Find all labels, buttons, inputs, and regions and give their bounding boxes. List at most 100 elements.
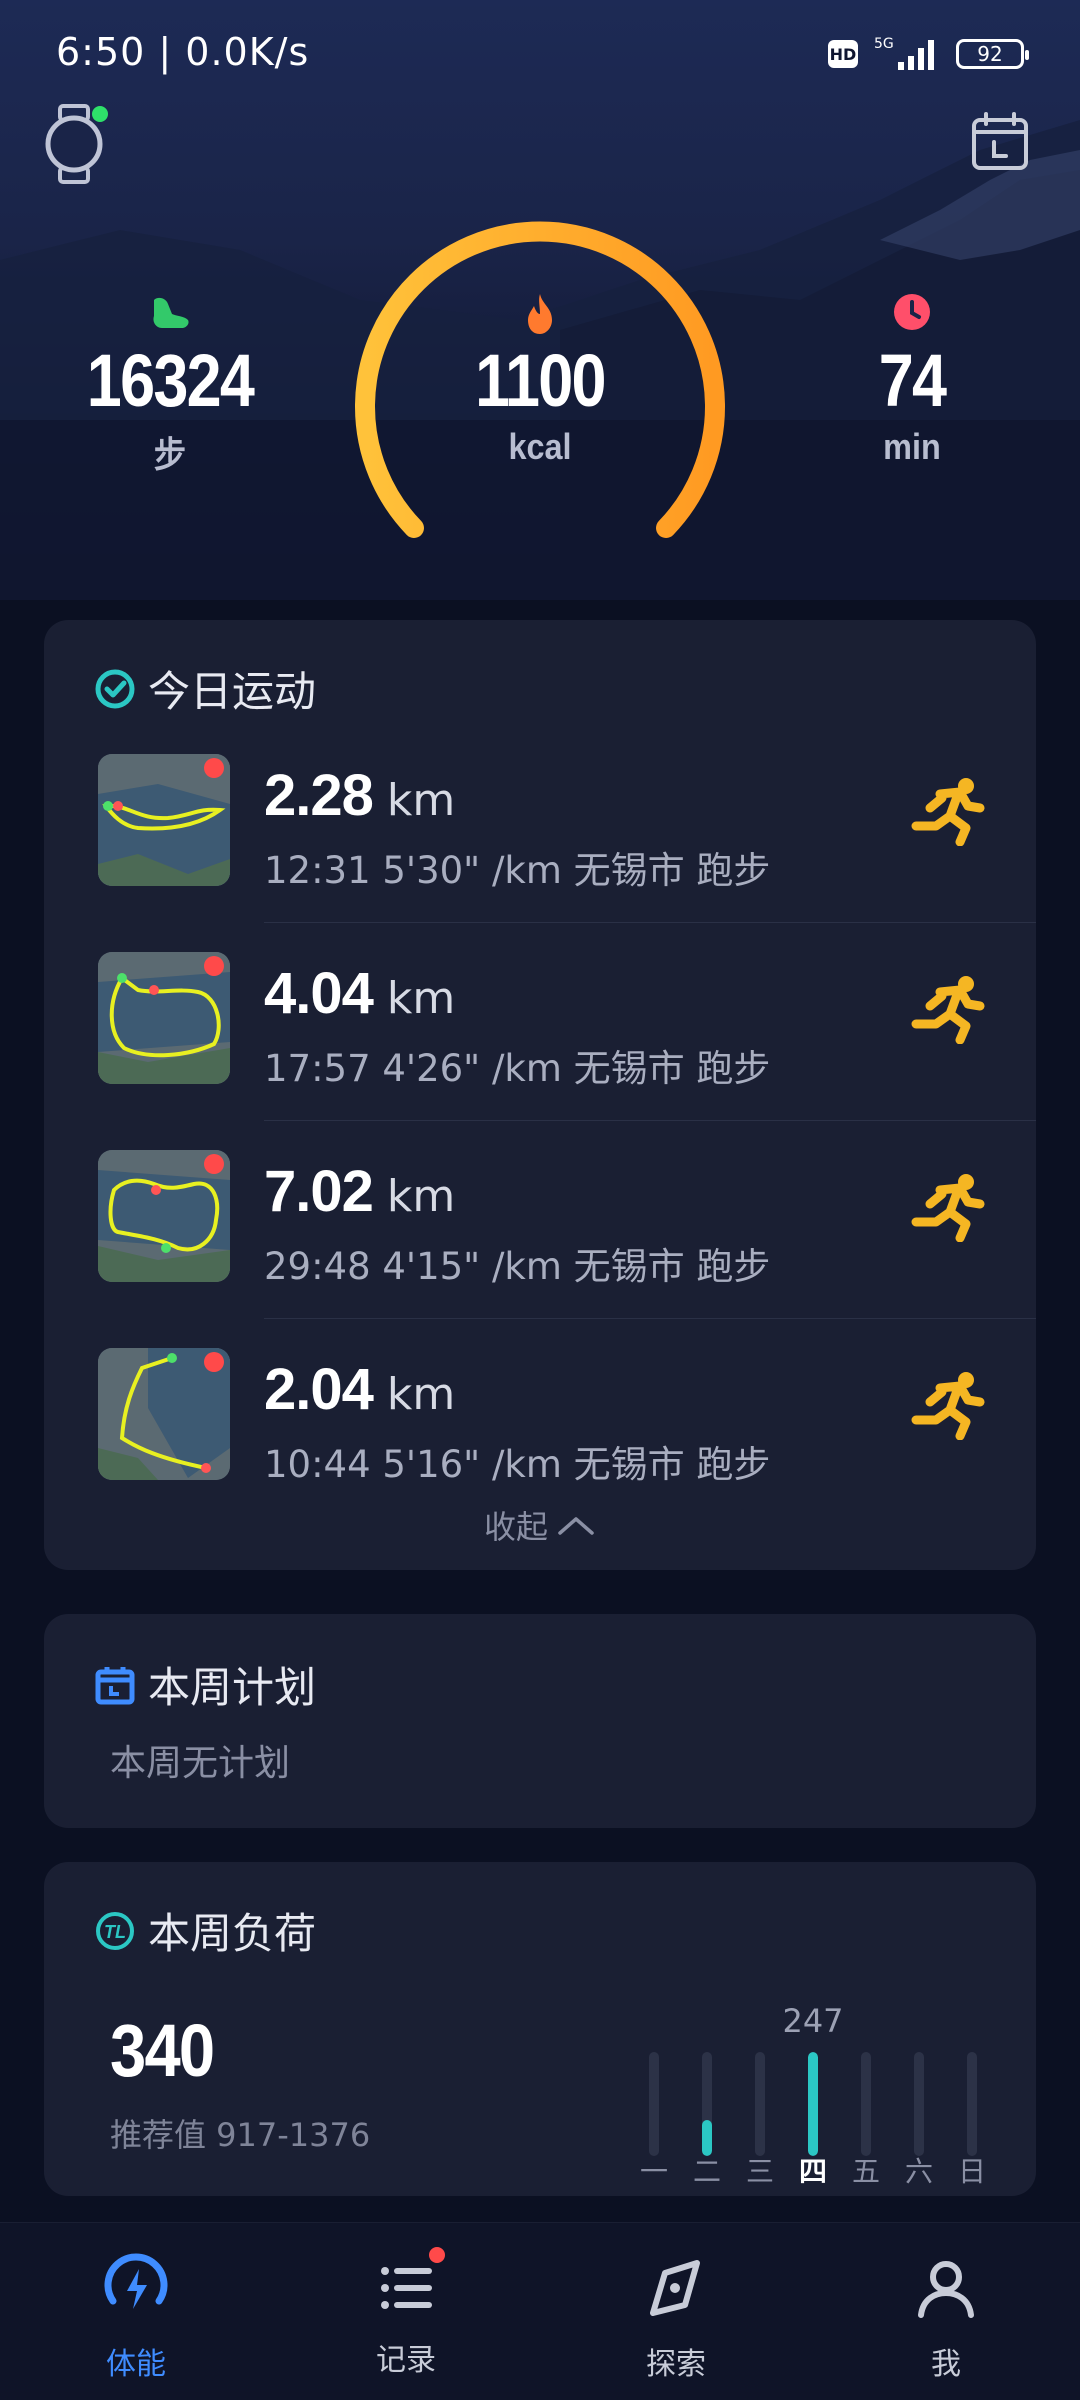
plan-title: 本周计划 <box>94 1654 316 1715</box>
nav-tab-fitness[interactable]: 体能 <box>56 2253 216 2383</box>
day-bar[interactable]: 六 <box>899 1952 939 2188</box>
nav-tab-explore[interactable]: 探索 <box>596 2253 756 2383</box>
divider <box>264 1318 1036 1319</box>
running-icon <box>911 976 985 1044</box>
route-map-thumbnail <box>98 1150 230 1282</box>
bottom-nav: 体能 记录 探索 我 <box>0 2222 1080 2400</box>
route-map-thumbnail <box>98 952 230 1084</box>
day-bar[interactable]: 247 四 <box>782 1952 843 2188</box>
network-label: 5G <box>874 36 894 52</box>
bar-track <box>967 2052 977 2156</box>
distance-unit: km <box>386 973 456 1024</box>
plan-empty-text: 本周无计划 <box>110 1743 291 1784</box>
day-bar[interactable]: 二 <box>687 1952 727 2188</box>
running-icon <box>911 1174 985 1242</box>
weekly-load-card[interactable]: TL 本周负荷 340 推荐值 917-1376 一二三 247 四五六日 <box>44 1862 1036 2196</box>
nav-label: 体能 <box>106 2347 166 2382</box>
user-icon <box>918 2261 974 2318</box>
status-icons: HD 5G 92 <box>828 34 1029 74</box>
day-label: 六 <box>904 2155 933 2188</box>
calories-unit: kcal <box>508 426 572 467</box>
running-icon <box>911 1372 985 1440</box>
signal-icon: 5G <box>874 36 934 70</box>
distance-value: 4.04 <box>264 961 374 1026</box>
distance-unit: km <box>386 1369 456 1420</box>
nav-label: 我 <box>931 2347 961 2382</box>
plan-title-text: 本周计划 <box>148 1663 317 1712</box>
distance-unit: km <box>386 1171 456 1222</box>
distance-row: 2.28 km <box>264 762 455 829</box>
bar-track <box>861 2052 871 2156</box>
activity-meta: 29:48 4'15" /km 无锡市 跑步 <box>264 1245 771 1288</box>
battery-icon: 92 <box>956 39 1029 69</box>
distance-value: 7.02 <box>264 1159 374 1224</box>
activity-row[interactable]: 7.02 km 29:48 4'15" /km 无锡市 跑步 <box>44 1150 1036 1348</box>
activity-row[interactable]: 2.28 km 12:31 5'30" /km 无锡市 跑步 <box>44 754 1036 952</box>
compass-icon <box>650 2260 700 2316</box>
bar-value-label: 247 <box>782 2002 844 2040</box>
activity-meta: 17:57 4'26" /km 无锡市 跑步 <box>264 1047 771 1090</box>
activity-meta: 10:44 5'16" /km 无锡市 跑步 <box>264 1443 771 1486</box>
route-map-thumbnail <box>98 754 230 886</box>
nav-label: 记录 <box>376 2343 436 2378</box>
day-label: 四 <box>798 2155 827 2188</box>
day-label: 五 <box>851 2155 880 2188</box>
load-title: TL 本周负荷 <box>94 1900 316 1961</box>
bar-track <box>702 2052 712 2156</box>
bar-track <box>914 2052 924 2156</box>
energy-icon <box>104 2253 168 2309</box>
hd-icon: HD <box>828 40 858 68</box>
flame-icon <box>420 292 660 338</box>
day-bar[interactable]: 一 <box>634 1952 674 2188</box>
day-label: 三 <box>745 2155 774 2188</box>
minutes-stat[interactable]: 74 min <box>792 292 1032 468</box>
steps-stat[interactable]: 16324 步 <box>50 292 290 478</box>
day-label: 二 <box>692 2155 721 2188</box>
clock-icon <box>792 292 1032 338</box>
minutes-unit: min <box>883 426 941 467</box>
day-bar[interactable]: 三 <box>740 1952 780 2188</box>
calendar-icon[interactable] <box>968 110 1032 174</box>
watch-icon[interactable] <box>40 100 110 190</box>
list-icon <box>371 2247 445 2323</box>
notification-dot <box>429 2247 445 2263</box>
minutes-value: 74 <box>878 339 947 422</box>
nav-label: 探索 <box>646 2347 706 2382</box>
divider <box>264 922 1036 923</box>
nav-tab-records[interactable]: 记录 <box>326 2247 486 2379</box>
distance-row: 2.04 km <box>264 1356 455 1423</box>
footprint-icon <box>50 292 290 338</box>
battery-level: 92 <box>977 42 1003 66</box>
running-icon <box>911 778 985 846</box>
load-recommended: 推荐值 917-1376 <box>110 2116 371 2154</box>
nav-tab-me[interactable]: 我 <box>866 2253 1026 2383</box>
distance-unit: km <box>386 775 456 826</box>
day-bar[interactable]: 五 <box>846 1952 886 2188</box>
steps-unit: 步 <box>153 434 187 475</box>
activity-row[interactable]: 4.04 km 17:57 4'26" /km 无锡市 跑步 <box>44 952 1036 1150</box>
bar-track <box>808 2052 818 2156</box>
weekly-plan-card[interactable]: 本周计划 本周无计划 <box>44 1614 1036 1828</box>
day-bar[interactable]: 日 <box>952 1952 992 2188</box>
status-bar: 6:50 | 0.0K/s HD 5G 92 <box>0 0 1080 110</box>
check-circle-icon <box>95 669 135 708</box>
day-label: 一 <box>639 2155 668 2188</box>
svg-text:TL: TL <box>104 1922 126 1942</box>
activity-meta: 12:31 5'30" /km 无锡市 跑步 <box>264 849 771 892</box>
load-title-text: 本周负荷 <box>148 1909 317 1958</box>
distance-row: 7.02 km <box>264 1158 455 1225</box>
divider <box>264 1120 1036 1121</box>
status-time: 6:50 | 0.0K/s <box>56 30 310 74</box>
distance-value: 2.04 <box>264 1357 374 1422</box>
distance-value: 2.28 <box>264 763 374 828</box>
bar-fill <box>808 2052 818 2156</box>
calendar-plan-icon <box>95 1666 135 1704</box>
distance-row: 4.04 km <box>264 960 455 1027</box>
calories-stat[interactable]: 1100 kcal <box>420 292 660 468</box>
calories-value: 1100 <box>475 339 606 422</box>
collapse-button[interactable]: 收起 <box>44 1502 1036 1548</box>
today-activity-card: 今日运动 2.28 km 12:31 5'30" /km 无锡市 跑步 4.04… <box>44 620 1036 1570</box>
load-value: 340 <box>110 2009 215 2092</box>
training-load-icon: TL <box>96 1911 134 1950</box>
bar-track <box>649 2052 659 2156</box>
